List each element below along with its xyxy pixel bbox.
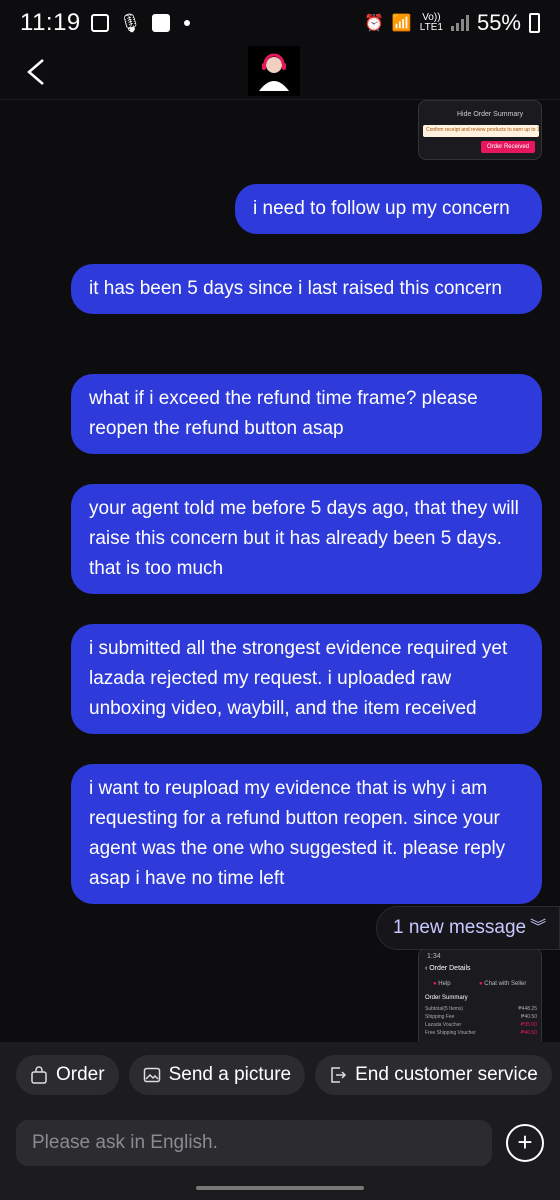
thumb-help: ● Help [433, 981, 451, 987]
agent-avatar[interactable] [248, 46, 300, 96]
thumb-hide-summary: Hide Order Summary [457, 111, 524, 118]
network-label: Vo)) LTE1 [419, 12, 443, 33]
alarm-icon: ⏰ [363, 15, 384, 32]
battery-label: 55% [476, 10, 521, 35]
thumb-chat-seller: ● Chat with Seller [479, 981, 527, 987]
thumb-coins-banner: Confirm receipt and review products to e… [423, 125, 539, 137]
thumb-title: ‹ Order Details [425, 965, 471, 972]
thumb-order-received-button: Order Received [480, 141, 535, 153]
wifi-icon: 📶 [391, 15, 412, 32]
message-input[interactable] [16, 1120, 492, 1166]
order-label: Order [56, 1064, 105, 1085]
attach-plus-button[interactable]: + [506, 1124, 544, 1162]
new-message-indicator[interactable]: 1 new message ︾ [376, 906, 560, 950]
message-input-bar: + [0, 1108, 560, 1180]
message-bubble: i submitted all the strongest evidence r… [71, 624, 542, 734]
image-message-order-details[interactable]: 1:34 ‹ Order Details ● Help ● Chat with … [418, 948, 542, 1042]
home-indicator[interactable] [196, 1186, 364, 1190]
message-bubble: what if i exceed the refund time frame? … [71, 374, 542, 454]
signal-icon [450, 15, 469, 31]
send-picture-button[interactable]: Send a picture [128, 1055, 306, 1095]
system-nav-bar [0, 1180, 560, 1200]
double-chevron-down-icon: ︾ [530, 919, 547, 936]
message-bubble: i want to reupload my evidence that is w… [71, 764, 542, 904]
end-service-label: End customer service [355, 1064, 538, 1085]
support-agent-avatar [259, 53, 289, 91]
thumb-summary: Order Summary [425, 995, 468, 1001]
back-button[interactable] [18, 54, 54, 90]
battery-icon [529, 13, 540, 33]
chat-header [0, 46, 560, 100]
message-bubble: it has been 5 days since i last raised t… [71, 264, 542, 314]
send-picture-label: Send a picture [168, 1064, 292, 1085]
order-button[interactable]: Order [16, 1055, 119, 1095]
gallery-icon [90, 14, 109, 32]
mic-icon: 🎙 [118, 12, 142, 33]
chevron-left-icon [27, 59, 44, 85]
image-icon [143, 1067, 160, 1083]
message-bubble: your agent told me before 5 days ago, th… [71, 484, 542, 594]
status-time: 11:19 [20, 9, 81, 36]
exit-icon [331, 1067, 347, 1083]
plus-icon: + [517, 1127, 533, 1157]
quick-action-bar: Order Send a picture End customer servic… [0, 1042, 560, 1108]
new-message-label: 1 new message [393, 917, 527, 938]
image-message-order-summary[interactable]: Hide Order Summary Confirm receipt and r… [418, 100, 542, 160]
shopping-bag-icon [31, 1066, 47, 1084]
status-bar: 11:19 🎙 ⏰ 📶 Vo)) LTE1 55% [0, 0, 560, 46]
notification-dot-icon [183, 20, 190, 26]
thumb-rows: Subtotal(5 Items) ₱448.25 Shipping Fee ₱40… [425, 1006, 537, 1036]
chat-area[interactable]: Hide Order Summary Confirm receipt and r… [0, 100, 560, 1042]
end-customer-service-button[interactable]: End customer service [315, 1055, 552, 1095]
thumb-time: 1:34 [427, 953, 441, 960]
checkbox-icon [151, 14, 170, 32]
message-bubble: i need to follow up my concern [235, 184, 542, 234]
